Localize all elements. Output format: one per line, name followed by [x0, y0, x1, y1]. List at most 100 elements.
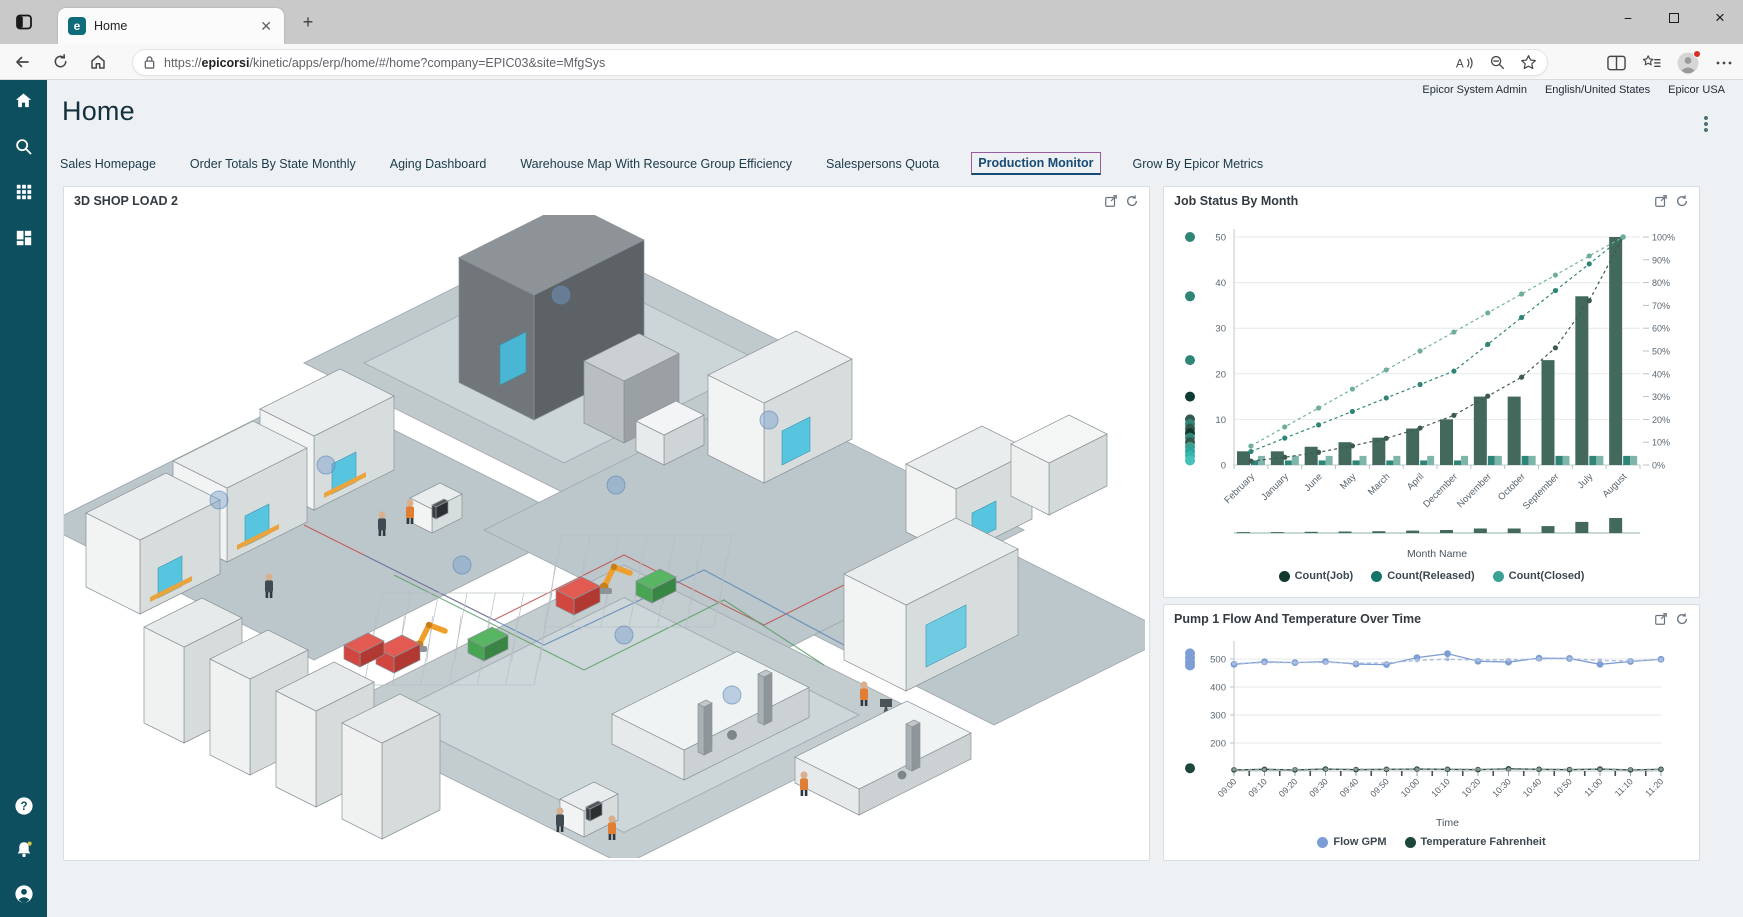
tab-salespersons-quota[interactable]: Salespersons Quota [824, 153, 941, 175]
sidebar-home-icon[interactable] [0, 80, 47, 120]
svg-text:March: March [1366, 471, 1392, 497]
tab-order-totals[interactable]: Order Totals By State Monthly [188, 153, 358, 175]
sidebar-search-icon[interactable] [0, 126, 47, 166]
legend-count-job[interactable]: Count(Job) [1279, 570, 1354, 582]
tab-sales-homepage[interactable]: Sales Homepage [58, 153, 158, 175]
pump-title: Pump 1 Flow And Temperature Over Time [1174, 612, 1654, 626]
home-icon[interactable] [82, 48, 114, 76]
split-screen-icon[interactable] [1607, 55, 1626, 71]
svg-text:09:40: 09:40 [1338, 776, 1361, 799]
svg-text:500: 500 [1210, 655, 1226, 666]
svg-text:400: 400 [1210, 683, 1226, 694]
shop-floor-illustration [64, 215, 1145, 858]
svg-text:0: 0 [1221, 461, 1226, 472]
svg-text:70%: 70% [1652, 301, 1670, 311]
legend-flow-gpm[interactable]: Flow GPM [1317, 836, 1386, 848]
open-in-new-icon[interactable] [1104, 194, 1118, 208]
svg-text:09:20: 09:20 [1277, 776, 1300, 799]
svg-text:11:00: 11:00 [1582, 776, 1604, 798]
job-status-panel: Job Status By Month 010203040500%10%20%3… [1163, 186, 1700, 598]
svg-text:09:10: 09:10 [1246, 776, 1269, 799]
svg-text:February: February [1222, 471, 1257, 506]
svg-text:10:40: 10:40 [1521, 776, 1544, 799]
svg-text:July: July [1576, 471, 1596, 491]
browser-titlebar: e Home ✕ + − × [0, 0, 1743, 44]
svg-text:30: 30 [1215, 324, 1226, 335]
svg-text:09:00: 09:00 [1216, 776, 1239, 799]
svg-text:?: ? [20, 801, 27, 813]
sidebar-account-icon[interactable] [0, 874, 47, 914]
address-bar[interactable]: https://epicorsi/kinetic/apps/erp/home/#… [132, 49, 1548, 76]
refresh-icon[interactable] [44, 48, 76, 76]
svg-text:50%: 50% [1652, 347, 1670, 357]
dashboard-tab-bar: Sales Homepage Order Totals By State Mon… [58, 152, 1265, 175]
svg-text:20%: 20% [1652, 415, 1670, 425]
window-close-button[interactable]: × [1697, 0, 1743, 36]
svg-text:October: October [1496, 471, 1528, 503]
svg-text:50: 50 [1215, 233, 1226, 244]
legend-count-released[interactable]: Count(Released) [1371, 570, 1474, 582]
tab-warehouse-map[interactable]: Warehouse Map With Resource Group Effici… [518, 153, 794, 175]
tab-actions-menu-icon[interactable] [12, 10, 36, 34]
favorites-bar-icon[interactable] [1642, 54, 1661, 71]
page-title: Home [62, 96, 135, 127]
tab-close-icon[interactable]: ✕ [258, 18, 274, 35]
sidebar-dashboards-icon[interactable] [0, 218, 47, 258]
session-user[interactable]: Epicor System Admin [1422, 84, 1527, 96]
svg-text:January: January [1259, 471, 1291, 503]
open-in-new-icon[interactable] [1654, 612, 1668, 626]
pump-chart: 20030040050009:0009:1009:2009:3009:4009:… [1164, 633, 1699, 831]
refresh-widget-icon[interactable] [1125, 194, 1139, 208]
session-company[interactable]: Epicor USA [1668, 84, 1725, 96]
browser-menu-icon[interactable] [1715, 55, 1733, 71]
svg-text:20: 20 [1215, 369, 1226, 380]
back-icon[interactable] [6, 48, 38, 76]
svg-text:September: September [1521, 471, 1562, 512]
svg-text:80%: 80% [1652, 278, 1670, 288]
window-minimize-button[interactable]: − [1605, 0, 1651, 36]
refresh-widget-icon[interactable] [1675, 612, 1689, 626]
svg-text:August: August [1601, 471, 1630, 500]
svg-text:40: 40 [1215, 278, 1226, 289]
session-locale[interactable]: English/United States [1545, 84, 1650, 96]
svg-text:100%: 100% [1652, 233, 1675, 243]
svg-text:200: 200 [1210, 739, 1226, 750]
svg-text:December: December [1421, 471, 1460, 510]
shop-load-panel: 3D SHOP LOAD 2 [63, 186, 1150, 861]
legend-temperature[interactable]: Temperature Fahrenheit [1405, 836, 1546, 848]
profile-notification-dot [1693, 50, 1701, 58]
svg-text:300: 300 [1210, 711, 1226, 722]
legend-count-closed[interactable]: Count(Closed) [1493, 570, 1585, 582]
svg-text:10:00: 10:00 [1399, 776, 1422, 799]
tab-grow-by-epicor[interactable]: Grow By Epicor Metrics [1131, 153, 1266, 175]
window-controls: − × [1605, 0, 1743, 36]
svg-text:11:10: 11:10 [1613, 776, 1635, 798]
browser-profile-avatar[interactable] [1677, 52, 1699, 74]
tab-aging-dashboard[interactable]: Aging Dashboard [388, 153, 489, 175]
svg-text:10: 10 [1215, 415, 1226, 426]
page-overflow-menu-icon[interactable]: ••• [1699, 116, 1713, 134]
read-aloud-icon[interactable]: A [1455, 55, 1475, 71]
sidebar-apps-grid-icon[interactable] [0, 172, 47, 212]
svg-text:40%: 40% [1652, 369, 1670, 379]
favorite-star-icon[interactable] [1520, 54, 1537, 71]
tab-production-monitor[interactable]: Production Monitor [971, 152, 1100, 175]
svg-text:Time: Time [1436, 817, 1459, 829]
svg-text:A: A [1456, 56, 1464, 70]
refresh-widget-icon[interactable] [1675, 194, 1689, 208]
open-in-new-icon[interactable] [1654, 194, 1668, 208]
shop-load-title: 3D SHOP LOAD 2 [74, 194, 1104, 208]
job-status-title: Job Status By Month [1174, 194, 1654, 208]
zoom-out-icon[interactable] [1489, 54, 1506, 71]
pump-panel: Pump 1 Flow And Temperature Over Time 20… [1163, 604, 1700, 861]
sidebar-help-icon[interactable]: ? [0, 786, 47, 826]
job-status-chart: 010203040500%10%20%30%40%50%60%70%80%90%… [1164, 215, 1699, 565]
svg-text:10:50: 10:50 [1551, 776, 1574, 799]
browser-tab[interactable]: e Home ✕ [58, 8, 284, 44]
window-maximize-button[interactable] [1651, 0, 1697, 36]
svg-text:May: May [1338, 471, 1359, 492]
session-info-bar: Epicor System Admin English/United State… [1422, 84, 1725, 96]
sidebar-notifications-icon[interactable] [0, 830, 47, 870]
new-tab-button[interactable]: + [296, 12, 320, 33]
svg-text:10%: 10% [1652, 438, 1670, 448]
